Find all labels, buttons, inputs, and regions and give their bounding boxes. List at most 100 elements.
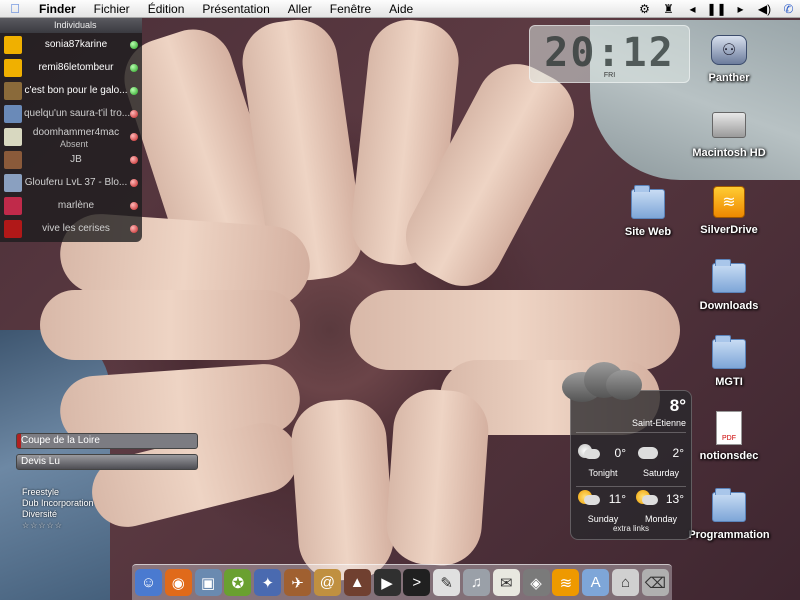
menu-bar:  Finder Fichier Édition Présentation Al… [0, 0, 800, 18]
buddy-name: c'est bon pour le galo... [24, 85, 128, 96]
desktop-icon-macintosh-hd[interactable]: Macintosh HD [679, 105, 779, 159]
home-folder-icon[interactable]: ⌂ [612, 569, 639, 596]
status-indicator-icon [130, 86, 138, 95]
track-info: Freestyle Dub Incorporation Diversité ☆☆… [22, 487, 94, 531]
preview-icon[interactable]: ▣ [194, 569, 222, 596]
dock: ☺ ◉ ▣ ✪ ✦ ✈ @ ▲ ▶ > ✎ ♫ ✉ ◈ ≋ A ⌂ ⌫ [132, 564, 672, 600]
menu-extras: ⚙ ♜ ◂ ❚❚ ▸ ◀) ✆ [637, 1, 796, 16]
buddy-name: remi86letombeur [38, 62, 114, 73]
buddy-row[interactable]: JB [0, 148, 142, 171]
forecast-day: Saturday [642, 468, 680, 478]
forecast-temp: 11° [608, 492, 626, 506]
clock-widget[interactable]: 20:12 FRI [529, 25, 690, 83]
phone-icon[interactable]: ✆ [781, 1, 796, 16]
folder-icon [712, 488, 746, 522]
folder-icon [631, 185, 665, 219]
weather-city: Saint-Etienne [631, 418, 686, 428]
clock-day: FRI [603, 72, 616, 79]
weather-extra-links[interactable]: extra links [570, 524, 692, 533]
terminal-icon[interactable]: > [403, 569, 431, 596]
buddy-group-header[interactable]: Individuals [0, 18, 142, 33]
menu-aller[interactable]: Aller [279, 2, 321, 16]
buddy-name: JB [70, 154, 82, 165]
utility-icon[interactable]: ◈ [522, 569, 550, 596]
itunes-icon[interactable]: ♫ [462, 569, 490, 596]
menu-fenetre[interactable]: Fenêtre [321, 2, 380, 16]
finder-icon[interactable]: ☺ [135, 569, 162, 596]
forecast-day: Sunday [587, 514, 619, 524]
status-indicator-icon [130, 40, 138, 49]
menu-aide[interactable]: Aide [380, 2, 422, 16]
forecast-temp: 2° [672, 446, 684, 460]
gear-icon[interactable]: ⚙ [637, 1, 652, 16]
applications-folder-icon[interactable]: A [582, 569, 610, 596]
buddy-row[interactable]: remi86letombeur [0, 56, 142, 79]
buddy-name: doomhammer4mac [32, 127, 120, 138]
clock-time: 20:12 [544, 30, 675, 76]
buddy-row[interactable]: quelqu'un saura-t'il tro... [0, 102, 142, 125]
track-bar[interactable]: Coupe de la Loire [16, 433, 198, 449]
menu-finder[interactable]: Finder [30, 2, 85, 16]
buddy-row[interactable]: c'est bon pour le galo... [0, 79, 142, 102]
wallpaper-foot [40, 290, 300, 360]
notes-icon[interactable]: ✉ [492, 569, 520, 596]
partly-sunny-icon [636, 490, 658, 506]
dvd-player-icon[interactable]: ▶ [373, 569, 401, 596]
buddy-avatar [4, 219, 22, 238]
buddy-avatar [4, 81, 22, 100]
buddy-row[interactable]: vive les cerises [0, 217, 142, 240]
apple-icon[interactable]:  [0, 1, 30, 16]
cloud-icon [636, 444, 658, 460]
menu-edition[interactable]: Édition [139, 2, 194, 16]
desktop-icon-downloads[interactable]: Downloads [679, 258, 779, 312]
buddy-list: Individuals sonia87karine remi86letombeur… [0, 18, 142, 242]
desktop-icon-silverdrive[interactable]: ≋ SilverDrive [679, 182, 779, 236]
status-indicator-icon [130, 109, 138, 118]
weather-widget[interactable]: 8° Saint-Etienne 0° Tonight 2° Saturday … [562, 362, 692, 540]
buddy-rows: sonia87karine remi86letombeur c'est bon po… [0, 33, 142, 240]
wallpaper-foot [350, 290, 680, 370]
desktop-icon-label: Panther [708, 72, 750, 84]
buddy-row[interactable]: Glouferu LvL 37 - Blo... [0, 171, 142, 194]
weather-divider [576, 432, 686, 433]
next-track-icon[interactable]: ▸ [733, 1, 748, 16]
previous-track-icon[interactable]: ◂ [685, 1, 700, 16]
track-album: Diversité [22, 509, 58, 519]
firefox-icon[interactable]: ◉ [164, 569, 192, 596]
volume-icon[interactable]: ◀) [757, 1, 772, 16]
trash-icon[interactable]: ⌫ [641, 569, 669, 596]
safari-icon[interactable]: ✦ [254, 569, 282, 596]
desktop-icon-notionsdec[interactable]: PDF notionsdec [679, 408, 779, 462]
weather-divider [576, 486, 686, 487]
menu-presentation[interactable]: Présentation [193, 2, 278, 16]
address-book-icon[interactable]: @ [313, 569, 341, 596]
adium-icon[interactable]: ✪ [224, 569, 252, 596]
track-bar[interactable]: Devis Lu [16, 454, 198, 470]
buddy-avatar [4, 127, 22, 146]
desktop-icon-panther[interactable]: ⚇ Panther [679, 30, 779, 84]
status-indicator-icon [130, 201, 138, 210]
buddy-row[interactable]: doomhammer4mac Absent [0, 125, 142, 149]
buddy-row[interactable]: sonia87karine [0, 33, 142, 56]
track-rating[interactable]: ☆☆☆☆☆ [22, 520, 94, 531]
silverdrive-dock-icon[interactable]: ≋ [552, 569, 580, 596]
forecast-temp: 13° [665, 492, 684, 506]
status-indicator-icon [130, 224, 138, 233]
menu-fichier[interactable]: Fichier [85, 2, 139, 16]
buddy-name: sonia87karine [44, 39, 108, 50]
moon-icon [578, 444, 600, 460]
buddy-avatar [4, 173, 22, 192]
game-icon[interactable]: ✈ [284, 569, 312, 596]
textedit-icon[interactable]: ✎ [433, 569, 461, 596]
desktop-icon-mgti[interactable]: MGTI [679, 334, 779, 388]
track-genre: Freestyle [22, 487, 60, 497]
pause-icon[interactable]: ❚❚ [706, 1, 726, 16]
track-artist: Dub Incorporation [22, 498, 94, 508]
desktop-icon-programmation[interactable]: Programmation [679, 487, 779, 541]
spy-icon[interactable]: ♜ [661, 1, 676, 16]
buddy-row[interactable]: marlène [0, 194, 142, 217]
photo-icon[interactable]: ▲ [343, 569, 371, 596]
buddy-avatar [4, 104, 22, 123]
partly-sunny-icon [578, 490, 600, 506]
forecast-day: Monday [644, 514, 678, 524]
